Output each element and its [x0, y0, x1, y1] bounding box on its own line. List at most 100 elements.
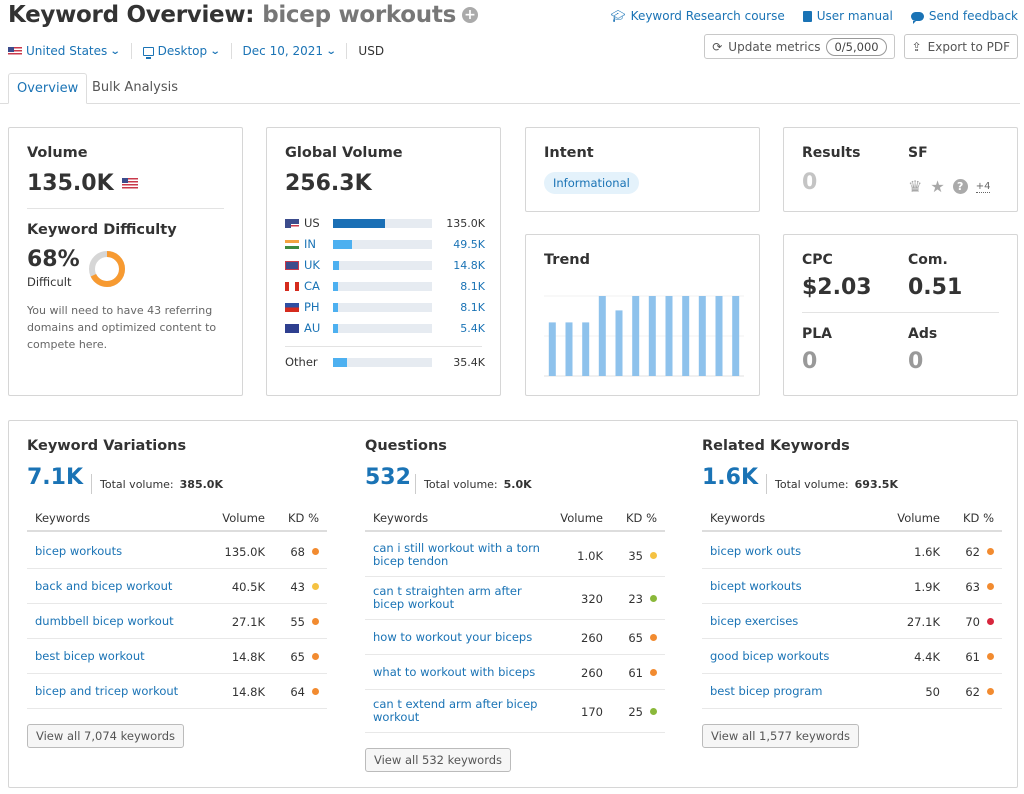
trend-bar[interactable]: [548, 322, 556, 376]
results-value: 0: [802, 170, 818, 195]
table-row: dumbbell bicep workout 27.1K 55: [27, 604, 327, 639]
country-value[interactable]: 5.4K: [460, 322, 485, 335]
view-all-button[interactable]: View all 1,577 keywords: [702, 724, 860, 748]
divider: [91, 474, 92, 494]
trend-bar[interactable]: [615, 310, 623, 376]
keyword-link[interactable]: best bicep program: [710, 684, 910, 698]
table-row: bicep work outs 1.6K 62: [702, 534, 1002, 569]
tab-bulk-analysis[interactable]: Bulk Analysis: [84, 73, 186, 104]
kd-dot-icon: [987, 582, 994, 590]
keyword-link[interactable]: bicep work outs: [710, 544, 910, 558]
keyword-research-course-link[interactable]: 🎓︎ Keyword Research course: [610, 9, 784, 23]
kd-value: 63: [965, 579, 980, 594]
keyword-link[interactable]: dumbbell bicep workout: [35, 614, 235, 628]
trend-bar[interactable]: [698, 296, 706, 376]
country-row-us: US 135.0K: [285, 216, 485, 230]
add-icon[interactable]: +: [461, 7, 478, 23]
col-volume: Volume: [897, 511, 940, 525]
country-bar: [333, 281, 432, 291]
section-count[interactable]: 532: [365, 465, 411, 490]
sf-icons: ♛ ★ ? +4: [908, 177, 991, 196]
keyword-link[interactable]: can t extend arm after bicep workout: [373, 698, 548, 724]
page-title: Keyword Overview:: [8, 2, 255, 28]
trend-bar[interactable]: [582, 322, 590, 376]
country-select[interactable]: United States ⌄: [8, 44, 121, 58]
crown-icon[interactable]: ♛: [908, 177, 922, 196]
total-label: Total volume:: [100, 477, 174, 491]
trend-bar[interactable]: [565, 322, 573, 376]
col-kd: KD %: [626, 511, 657, 525]
volume-value: 4.4K: [914, 649, 940, 664]
keyword-link[interactable]: back and bicep workout: [35, 579, 235, 593]
in-flag-icon: [285, 239, 299, 249]
section-keyword-variations: Keyword Variations 7.1K Total volume: 385.0…: [27, 421, 327, 781]
trend-bar[interactable]: [682, 296, 690, 376]
country-value[interactable]: 8.1K: [460, 280, 485, 293]
trend-bar[interactable]: [632, 296, 640, 376]
view-all-button[interactable]: View all 532 keywords: [365, 748, 512, 772]
table-row: bicep and tricep workout 14.8K 64: [27, 674, 327, 709]
date-select[interactable]: Dec 10, 2021 ⌄: [243, 44, 337, 58]
trend-card: Trend: [525, 234, 760, 396]
keyword-link[interactable]: bicep workouts: [35, 544, 235, 558]
device-select[interactable]: Desktop ⌄: [142, 44, 221, 59]
view-all-button[interactable]: View all 7,074 keywords: [27, 724, 185, 748]
table-row: bicept workouts 1.9K 63: [702, 569, 1002, 604]
keyword-link[interactable]: bicep and tricep workout: [35, 684, 235, 698]
trend-bar[interactable]: [715, 296, 723, 376]
kd-dot-icon: [312, 617, 319, 625]
au-flag-icon: [285, 323, 299, 333]
trend-bar[interactable]: [665, 296, 673, 376]
keyword-link[interactable]: how to workout your biceps: [373, 630, 573, 644]
intent-card: Intent Informational: [525, 127, 760, 212]
kd-value: 55: [290, 614, 305, 629]
pla-label: PLA: [802, 326, 833, 342]
global-volume-value: 256.3K: [285, 171, 372, 196]
section-count[interactable]: 7.1K: [27, 465, 83, 490]
ads-label: Ads: [908, 326, 938, 342]
keyword-link[interactable]: bicep exercises: [710, 614, 910, 628]
table-row: bicep workouts 135.0K 68: [27, 534, 327, 569]
total-label: Total volume:: [424, 477, 498, 491]
volume-value: 14.8K: [231, 649, 265, 664]
divider: [230, 43, 232, 59]
chevron-down-icon: ⌄: [209, 45, 221, 57]
keyword-link[interactable]: what to workout with biceps: [373, 665, 573, 679]
export-pdf-button[interactable]: ⇪ Export to PDF: [903, 34, 1018, 59]
trend-bar[interactable]: [648, 296, 656, 376]
trend-chart: [544, 295, 744, 377]
intent-title: Intent: [544, 145, 594, 161]
update-metrics-button[interactable]: ⟳ Update metrics 0/5,000: [704, 34, 895, 59]
country-value[interactable]: 49.5K: [453, 238, 485, 251]
keyword-link[interactable]: can t straighten arm after bicep workout: [373, 585, 548, 611]
star-icon[interactable]: ★: [930, 177, 944, 196]
total-label: Total volume:: [775, 477, 849, 491]
divider: [130, 43, 132, 59]
keyword-link[interactable]: best bicep workout: [35, 649, 235, 663]
table-row: bicep exercises 27.1K 70: [702, 604, 1002, 639]
keyword-lists-card: Keyword Variations 7.1K Total volume: 385.0…: [8, 420, 1018, 788]
section-count[interactable]: 1.6K: [702, 465, 758, 490]
sf-more-link[interactable]: +4: [975, 181, 991, 193]
tab-overview[interactable]: Overview: [8, 73, 88, 104]
cpc-card: CPC $2.03 Com. 0.51 PLA 0 Ads 0: [783, 234, 1018, 396]
table-row: back and bicep workout 40.5K 43: [27, 569, 327, 604]
keyword-link[interactable]: bicept workouts: [710, 579, 910, 593]
send-feedback-link[interactable]: Send feedback: [910, 9, 1018, 24]
col-keywords: Keywords: [373, 511, 429, 525]
question-icon[interactable]: ?: [952, 179, 968, 194]
divider: [766, 474, 767, 494]
country-value[interactable]: 8.1K: [460, 301, 485, 314]
kd-value: 62: [965, 684, 980, 699]
trend-bar[interactable]: [598, 296, 606, 376]
uk-flag-icon: [285, 260, 299, 270]
keyword-link[interactable]: can i still workout with a torn bicep te…: [373, 542, 548, 568]
section-related-keywords: Related Keywords 1.6K Total volume: 693.5K …: [702, 421, 1002, 781]
country-value[interactable]: 14.8K: [453, 259, 485, 272]
keyword-link[interactable]: good bicep workouts: [710, 649, 910, 663]
user-manual-link[interactable]: User manual: [802, 9, 893, 23]
us-flag-icon: [8, 46, 22, 56]
section-title: Questions: [365, 438, 447, 454]
col-keywords: Keywords: [35, 511, 91, 525]
trend-bar[interactable]: [732, 296, 740, 376]
